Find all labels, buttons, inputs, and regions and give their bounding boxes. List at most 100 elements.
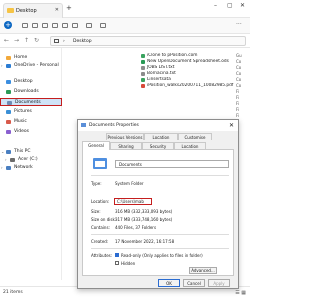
copy-icon[interactable] (32, 23, 38, 28)
delete-icon[interactable] (72, 23, 78, 28)
view-icon[interactable] (100, 23, 106, 28)
location-value[interactable]: C:\Users\mab (114, 198, 152, 205)
sidebar-item-label: Downloads (14, 89, 39, 94)
network-icon (6, 166, 11, 170)
cloud-icon (6, 64, 11, 68)
dialog-close-button[interactable]: ✕ (229, 122, 234, 129)
ok-button[interactable]: OK (158, 279, 180, 287)
contains-label: Contains: (91, 225, 110, 230)
tab-location-top[interactable]: Location (144, 133, 178, 140)
view-toggle-icons[interactable]: ☰ ▦ (235, 290, 246, 296)
advanced-button[interactable]: Advanced... (189, 267, 217, 274)
folder-icon (7, 8, 14, 13)
paste-icon[interactable] (42, 23, 48, 28)
address-row: ← → ↑ ↻ › Desktop (0, 34, 250, 48)
sidebar-item-acer-c[interactable]: › Acer (C:) (0, 156, 62, 164)
sidebar-item-label: Home (14, 55, 28, 60)
computer-icon (54, 39, 59, 43)
pdf-icon (141, 84, 145, 88)
sidebar-item-label: Documents (15, 100, 41, 105)
contains-value: 440 Files, 37 Folders (115, 225, 157, 230)
document-icon (7, 101, 12, 105)
properties-dialog: Documents Properties ✕ Previous Versions… (77, 119, 239, 289)
tab-sharing[interactable]: Sharing (110, 142, 142, 149)
dialog-title-bar[interactable]: Documents Properties ✕ (78, 120, 238, 131)
tab-previous-versions[interactable]: Previous Versions (106, 133, 144, 140)
sidebar-item-desktop[interactable]: Desktop (0, 78, 62, 86)
sidebar-item-label: Videos (14, 129, 29, 134)
sidebar-item-documents[interactable]: Documents (0, 98, 62, 106)
size-value: 316 MB (332,333,093 bytes) (115, 209, 173, 214)
sort-icon[interactable] (86, 23, 92, 28)
pc-icon (6, 150, 11, 154)
created-label: Created: (91, 239, 109, 244)
type-value: System Folder (115, 181, 144, 186)
tab-desktop[interactable]: Desktop ✕ (3, 3, 63, 18)
chevron-down-icon[interactable]: ⌄ (1, 148, 4, 156)
sidebar-item-network[interactable]: › Network (0, 164, 62, 172)
hidden-checkbox[interactable] (115, 261, 119, 265)
created-value: 17 November 2022, 16:17:58 (115, 239, 175, 244)
folder-name-field[interactable]: Documents (115, 160, 229, 168)
tab-customise[interactable]: Customise (178, 133, 212, 140)
list-item[interactable]: iPosition_walks20200711_10082985.pdf (141, 83, 249, 89)
rename-icon[interactable] (52, 23, 58, 28)
readonly-checkbox[interactable] (115, 253, 119, 257)
minimize-button[interactable]: – (214, 2, 217, 9)
chevron-right-icon[interactable]: › (5, 156, 7, 164)
new-tab-button[interactable]: + (66, 4, 72, 12)
maximize-button[interactable]: ▢ (227, 2, 233, 9)
cut-icon[interactable] (22, 23, 28, 28)
tab-general[interactable]: General (82, 141, 110, 150)
up-icon[interactable]: ↑ (24, 37, 29, 44)
tab-security[interactable]: Security (142, 142, 174, 149)
size-on-disk-label: Size on disk: (91, 217, 117, 222)
chevron-right-icon[interactable]: › (1, 62, 3, 70)
sidebar-item-this-pc[interactable]: ⌄ This PC (0, 148, 62, 156)
spreadsheet-icon (141, 60, 145, 64)
sidebar-item-label: Pictures (14, 109, 32, 114)
desktop-icon (6, 80, 11, 84)
item-count: 21 items (3, 290, 23, 295)
divider (91, 248, 229, 249)
sidebar-item-label: Network (14, 165, 33, 170)
new-button[interactable]: + (4, 21, 12, 29)
address-bar[interactable]: › Desktop (50, 36, 246, 46)
sidebar-item-label: OneDrive - Personal (14, 63, 59, 68)
attributes-label: Attributes: (91, 253, 113, 258)
more-options-icon[interactable]: ··· (236, 21, 242, 28)
refresh-icon[interactable]: ↻ (34, 37, 39, 44)
back-icon[interactable]: ← (4, 37, 9, 44)
file-icon (141, 54, 145, 58)
sidebar-item-pictures[interactable]: Pictures (0, 108, 62, 116)
cancel-button[interactable]: Cancel (183, 279, 205, 287)
apply-button[interactable]: Apply (208, 279, 230, 287)
share-icon[interactable] (62, 23, 68, 28)
navigation-pane: Home › OneDrive - Personal Desktop Downl… (0, 48, 62, 280)
sidebar-item-label: Acer (C:) (18, 157, 38, 162)
divider (91, 234, 229, 235)
size-label: Size: (91, 209, 101, 214)
chevron-right-icon[interactable]: › (1, 164, 3, 172)
sidebar-item-music[interactable]: Music (0, 118, 62, 126)
file-icon (141, 78, 145, 82)
sidebar-item-onedrive[interactable]: › OneDrive - Personal (0, 62, 62, 70)
download-icon (6, 90, 11, 94)
forward-icon[interactable]: → (14, 37, 19, 44)
tab-location[interactable]: Location (174, 142, 206, 149)
tab-label: Desktop (16, 8, 37, 14)
command-bar: + ··· (0, 18, 250, 34)
breadcrumb-separator: › (63, 39, 65, 44)
breadcrumb[interactable]: Desktop (73, 39, 92, 44)
readonly-label: Read-only (Only applies to files in fold… (121, 253, 203, 258)
text-file-icon (141, 72, 145, 76)
general-panel: Documents Type: System Folder Location: … (82, 149, 234, 276)
home-icon (6, 56, 11, 60)
videos-icon (6, 130, 11, 134)
sidebar-item-home[interactable]: Home (0, 54, 62, 62)
documents-folder-icon (93, 158, 107, 169)
sidebar-item-videos[interactable]: Videos (0, 128, 62, 136)
close-button[interactable]: ✕ (240, 2, 245, 9)
tab-close-button[interactable]: ✕ (55, 7, 59, 13)
sidebar-item-downloads[interactable]: Downloads (0, 88, 62, 96)
